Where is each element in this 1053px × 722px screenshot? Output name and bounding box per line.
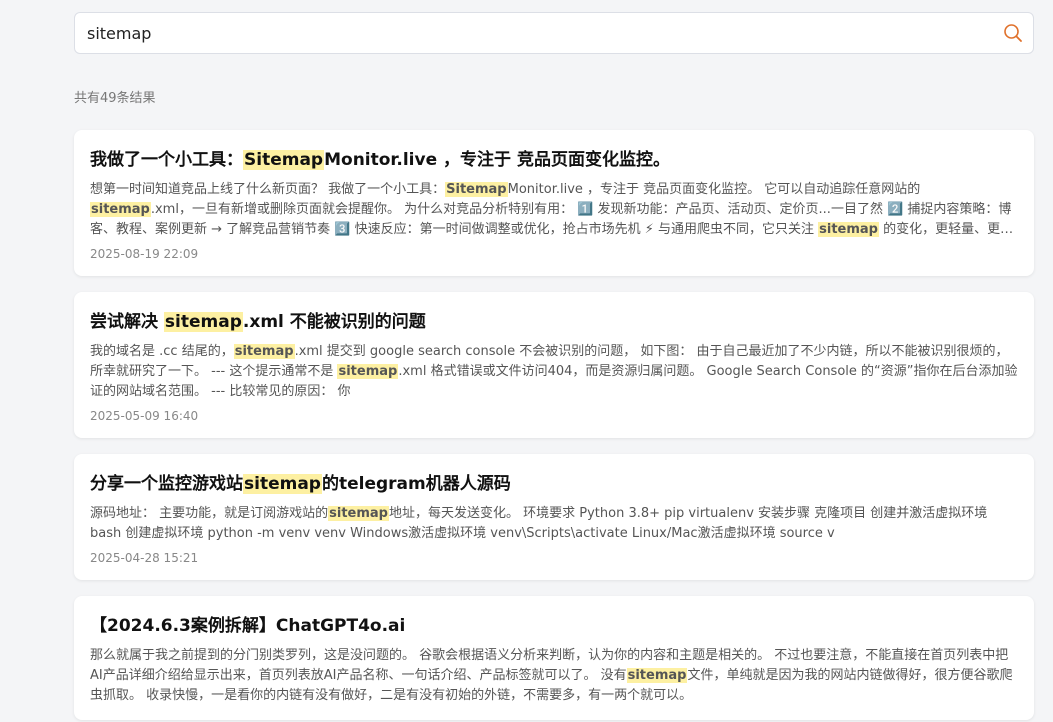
search-input[interactable] <box>75 13 993 53</box>
highlight-term: sitemap <box>626 668 688 683</box>
text-segment: 的telegram机器人源码 <box>321 474 511 494</box>
result-card[interactable]: 【2024.6.3案例拆解】ChatGPT4o.ai 那么就属于我之前提到的分门别… <box>74 596 1034 720</box>
highlight-term: Sitemap <box>243 150 325 170</box>
result-snippet: 那么就属于我之前提到的分门别类罗列，这是没问题的。 谷歌会根据语义分析来判断，认… <box>90 646 1018 706</box>
result-snippet: 想第一时间知道竞品上线了什么新页面？ 我做了一个小工具：SitemapMonit… <box>90 180 1018 240</box>
result-title[interactable]: 尝试解决 sitemap.xml 不能被识别的问题 <box>90 310 1018 334</box>
results-list: 我做了一个小工具：SitemapMonitor.live ，专注于 竞品页面变化… <box>74 130 1034 722</box>
highlight-term: sitemap <box>163 312 243 332</box>
highlight-term: sitemap <box>90 202 151 217</box>
highlight-term: sitemap <box>328 506 389 521</box>
result-date: 2025-04-28 15:21 <box>90 551 199 565</box>
search-button[interactable] <box>993 13 1033 53</box>
search-box <box>74 12 1034 54</box>
text-segment: 分享一个监控游戏站 <box>90 474 243 494</box>
text-segment: Monitor.live ，专注于 竞品页面变化监控。 <box>324 150 670 170</box>
result-card[interactable]: 尝试解决 sitemap.xml 不能被识别的问题 我的域名是 .cc 结尾的，s… <box>74 292 1034 438</box>
result-date: 2025-05-09 16:40 <box>90 409 199 423</box>
highlight-term: sitemap <box>337 364 399 379</box>
highlight-term: sitemap <box>233 344 295 359</box>
search-results-page: 共有49条结果 我做了一个小工具：SitemapMonitor.live ，专注… <box>0 0 1053 722</box>
text-segment: 我做了一个小工具： <box>90 150 243 170</box>
result-date: 2025-08-19 22:09 <box>90 247 199 261</box>
result-snippet: 我的域名是 .cc 结尾的，sitemap.xml 提交到 google sea… <box>90 342 1018 402</box>
result-snippet: 源码地址： 主要功能，就是订阅游戏站的sitemap地址，每天发送变化。 环境要… <box>90 504 1018 544</box>
text-segment: 源码地址： 主要功能，就是订阅游戏站的 <box>90 506 329 521</box>
text-segment: Monitor.live ，专注于 竞品页面变化监控。 它可以自动追踪任意网站的 <box>507 182 921 197</box>
highlight-term: sitemap <box>818 222 879 237</box>
text-segment: 想第一时间知道竞品上线了什么新页面？ 我做了一个小工具： <box>90 182 446 197</box>
result-title[interactable]: 我做了一个小工具：SitemapMonitor.live ，专注于 竞品页面变化… <box>90 148 1018 172</box>
result-title[interactable]: 分享一个监控游戏站sitemap的telegram机器人源码 <box>90 472 1018 496</box>
result-title[interactable]: 【2024.6.3案例拆解】ChatGPT4o.ai <box>90 614 1018 638</box>
text-segment: 尝试解决 <box>90 312 164 332</box>
text-segment: .xml 不能被识别的问题 <box>242 312 426 332</box>
result-count: 共有49条结果 <box>74 91 156 106</box>
result-card[interactable]: 我做了一个小工具：SitemapMonitor.live ，专注于 竞品页面变化… <box>74 130 1034 276</box>
highlight-term: Sitemap <box>445 182 508 197</box>
search-icon <box>1004 24 1022 42</box>
result-card[interactable]: 分享一个监控游戏站sitemap的telegram机器人源码 源码地址： 主要功能… <box>74 454 1034 580</box>
text-segment: 【2024.6.3案例拆解】ChatGPT4o.ai <box>90 616 406 636</box>
text-segment: 我的域名是 .cc 结尾的， <box>90 344 234 359</box>
highlight-term: sitemap <box>243 474 322 494</box>
